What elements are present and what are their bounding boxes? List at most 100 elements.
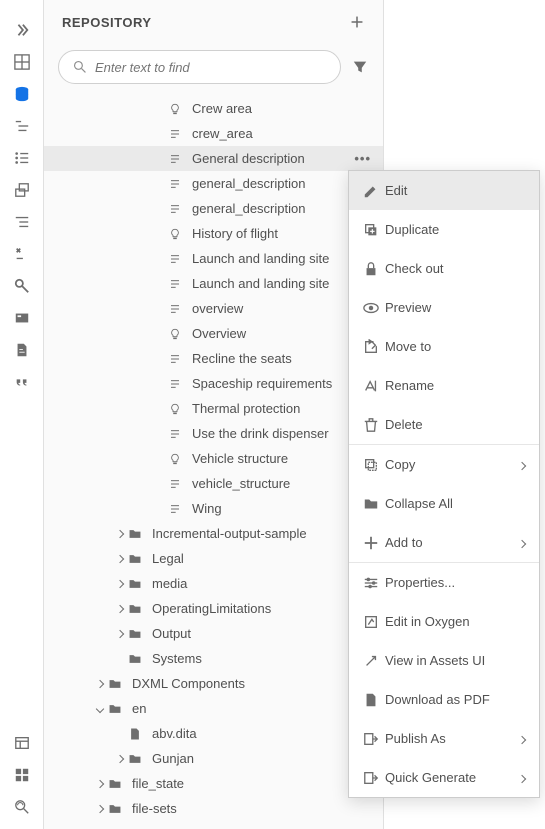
chevron-right-icon xyxy=(519,770,525,785)
repository-icon[interactable] xyxy=(12,84,32,104)
menu-item-quick-generate[interactable]: Quick Generate xyxy=(349,758,539,797)
lock-icon xyxy=(363,261,385,277)
trash-icon xyxy=(363,417,385,433)
search-icon xyxy=(73,60,87,74)
menu-item-copy[interactable]: Copy xyxy=(349,445,539,484)
apps-icon[interactable] xyxy=(12,765,32,785)
list-bullets-icon[interactable] xyxy=(12,148,32,168)
expand-rail-icon[interactable] xyxy=(12,20,32,40)
menu-item-publish-as[interactable]: Publish As xyxy=(349,719,539,758)
add-button[interactable] xyxy=(347,12,367,32)
layout-icon[interactable] xyxy=(12,733,32,753)
menu-item-edit-in-oxygen[interactable]: Edit in Oxygen xyxy=(349,602,539,641)
tree-item[interactable]: Incremental-output-sample xyxy=(44,521,383,546)
tree-item[interactable]: General description••• xyxy=(44,146,383,171)
tree-item[interactable]: Legal xyxy=(44,546,383,571)
tree-item[interactable]: file_state xyxy=(44,771,383,796)
file-properties-icon[interactable] xyxy=(12,340,32,360)
tree-item[interactable]: crew_area xyxy=(44,121,383,146)
tree-item-label: file_state xyxy=(132,776,383,791)
menu-item-edit[interactable]: Edit xyxy=(349,171,539,210)
quote-icon[interactable] xyxy=(12,372,32,392)
key-icon[interactable] xyxy=(12,276,32,296)
menu-item-label: Duplicate xyxy=(385,222,525,237)
tree-item[interactable]: Gunjan xyxy=(44,746,383,771)
tree-item[interactable]: file-sets xyxy=(44,796,383,821)
card-icon[interactable] xyxy=(12,308,32,328)
collapse-icon xyxy=(363,496,385,512)
tree-item[interactable]: Wing xyxy=(44,496,383,521)
search-input[interactable] xyxy=(95,60,326,75)
menu-item-duplicate[interactable]: Duplicate xyxy=(349,210,539,249)
folder-icon xyxy=(126,602,144,616)
doc-icon xyxy=(166,128,184,140)
menu-item-properties-[interactable]: Properties... xyxy=(349,563,539,602)
more-options-icon[interactable]: ••• xyxy=(354,151,383,166)
menu-item-collapse-all[interactable]: Collapse All xyxy=(349,484,539,523)
glossary-icon[interactable] xyxy=(12,244,32,264)
tree-item[interactable]: Systems xyxy=(44,646,383,671)
menu-item-label: Edit in Oxygen xyxy=(385,614,525,629)
find-replace-icon[interactable] xyxy=(12,797,32,817)
tree-item[interactable]: Overview xyxy=(44,321,383,346)
doc-icon xyxy=(166,428,184,440)
menu-item-check-out[interactable]: Check out xyxy=(349,249,539,288)
tree-item[interactable]: en xyxy=(44,696,383,721)
tree-item[interactable]: general_description xyxy=(44,196,383,221)
panel-title: REPOSITORY xyxy=(62,15,152,30)
tree-item[interactable]: media xyxy=(44,571,383,596)
folder-icon xyxy=(126,577,144,591)
folder-icon xyxy=(106,802,124,816)
tree-item[interactable]: Launch and landing site xyxy=(44,271,383,296)
menu-item-move-to[interactable]: Move to xyxy=(349,327,539,366)
outline-icon[interactable] xyxy=(12,116,32,136)
tree-item[interactable]: DXML Components xyxy=(44,671,383,696)
tree-item[interactable]: History of flight xyxy=(44,221,383,246)
eye-icon xyxy=(363,300,385,316)
tree-item[interactable]: Recline the seats xyxy=(44,346,383,371)
oxygen-icon xyxy=(363,614,385,630)
tree-item[interactable]: Vehicle structure xyxy=(44,446,383,471)
doc-icon xyxy=(166,203,184,215)
tree-item[interactable]: Output xyxy=(44,621,383,646)
folder-icon xyxy=(126,652,144,666)
doc-icon xyxy=(166,503,184,515)
tree-item[interactable]: vehicle_structure xyxy=(44,471,383,496)
menu-item-label: Publish As xyxy=(385,731,519,746)
tree-item[interactable]: Thermal protection xyxy=(44,396,383,421)
reuse-icon[interactable] xyxy=(12,180,32,200)
tree-item-label: en xyxy=(132,701,383,716)
menu-item-rename[interactable]: Rename xyxy=(349,366,539,405)
menu-item-preview[interactable]: Preview xyxy=(349,288,539,327)
menu-item-download-as-pdf[interactable]: Download as PDF xyxy=(349,680,539,719)
chevron-right-icon xyxy=(519,535,525,550)
repository-tree: Crew areacrew_areaGeneral description•••… xyxy=(44,94,383,829)
list-indent-icon[interactable] xyxy=(12,212,32,232)
assets-icon xyxy=(363,653,385,669)
publish-icon xyxy=(363,731,385,747)
tree-item[interactable]: Crew area xyxy=(44,96,383,121)
tree-item[interactable]: abv.dita xyxy=(44,721,383,746)
moveto-icon xyxy=(363,339,385,355)
copy-icon xyxy=(363,457,385,473)
tree-item[interactable]: Use the drink dispenser xyxy=(44,421,383,446)
tree-item[interactable]: overview xyxy=(44,296,383,321)
folder-icon xyxy=(126,552,144,566)
bulb-icon xyxy=(166,103,184,115)
file-icon xyxy=(126,727,144,741)
folder-icon xyxy=(106,677,124,691)
tree-item[interactable]: Spaceship requirements xyxy=(44,371,383,396)
tree-item[interactable]: Launch and landing site xyxy=(44,246,383,271)
doc-icon xyxy=(166,178,184,190)
tree-item[interactable]: general_description xyxy=(44,171,383,196)
search-box[interactable] xyxy=(58,50,341,84)
tree-item[interactable]: OperatingLimitations xyxy=(44,596,383,621)
menu-item-add-to[interactable]: Add to xyxy=(349,523,539,562)
filter-icon[interactable] xyxy=(351,58,369,76)
menu-item-delete[interactable]: Delete xyxy=(349,405,539,444)
menu-item-label: Properties... xyxy=(385,575,525,590)
chevron-right-icon xyxy=(519,457,525,472)
grid-icon[interactable] xyxy=(12,52,32,72)
add-icon xyxy=(363,535,385,551)
menu-item-view-in-assets-ui[interactable]: View in Assets UI xyxy=(349,641,539,680)
